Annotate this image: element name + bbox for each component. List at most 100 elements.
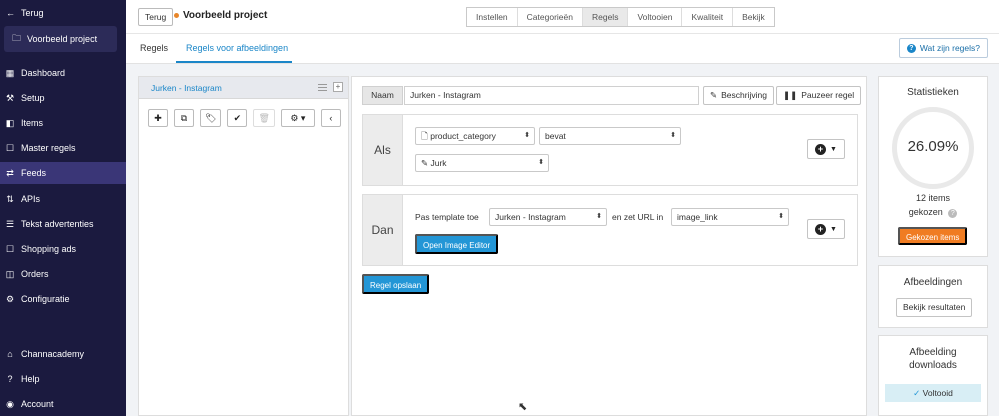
add-small-icon[interactable]: + [333,82,343,92]
select-arrows-icon: ⬍ [538,159,544,166]
condition-operator-select[interactable]: bevat ⬍ [539,127,681,145]
copy-icon: ⧉ [180,113,188,123]
step-regels[interactable]: Regels [582,8,629,26]
description-button[interactable]: ✎ Beschrijving [703,86,774,105]
sidebar-item-configuratie[interactable]: ⚙ Configuratie [0,288,126,310]
sidebar-project[interactable]: 🗀 Voorbeeld project [4,26,117,52]
sidebar-back-link[interactable]: ← Terug [6,8,44,18]
sidebar-item-items[interactable]: ◧ Items [0,112,126,134]
url-field-select[interactable]: image_link ⬍ [671,208,789,226]
pause-rule-button[interactable]: ❚❚ Pauzeer regel [776,86,862,105]
rules-toolbar: ✚ ⧉ 🏷 ✔ 🗑 ⚙ ▾ ‹ [148,109,341,127]
back-button[interactable]: Terug [138,8,174,26]
tag-button[interactable]: 🏷 [200,109,222,127]
tab-regels-voor-afbeeldingen[interactable]: Regels voor afbeeldingen [186,43,288,53]
add-action-button[interactable]: + ▼ [807,219,845,239]
step-kwaliteit[interactable]: Kwaliteit [682,8,734,26]
help-rules-label: Wat zijn regels? [919,43,980,53]
sidebar-item-feeds[interactable]: ⇄ Feeds [0,162,126,184]
select-arrows-icon: ⬍ [778,213,784,220]
description-label: Beschrijving [721,90,767,100]
project-title-text: Voorbeeld project [183,10,268,21]
step-categorieën[interactable]: Categorieën [518,8,583,26]
downloads-title: Afbeelding downloads [909,347,957,371]
action-block: Dan Pas template toe Jurken - Instagram … [362,194,858,266]
sidebar-item-orders[interactable]: ◫ Orders [0,263,126,285]
app-root: ← Terug 🗀 Voorbeeld project ▦ Dashboard ⚒ S… [0,0,999,416]
sidebar-item-shopping-ads[interactable]: ☐ Shopping ads [0,238,126,260]
caret-down-icon: ▼ [830,145,837,153]
check-icon: ✔ [233,113,242,123]
gear-button[interactable]: ⚙ ▾ [280,109,315,127]
help-icon: ? [7,374,13,384]
page-title: Voorbeeld project [174,10,267,21]
percentage-ring: 26.09% [892,107,974,189]
sidebar-item-account[interactable]: ◉ Account [0,393,126,415]
sidebar-item-label: Shopping ads [21,244,77,254]
sidebar-item-label: Channacademy [21,349,85,359]
question-icon[interactable]: ? [948,209,958,218]
sidebar-project-name: Voorbeeld project [27,34,98,44]
view-results-button[interactable]: Bekijk resultaten [896,298,973,317]
download-status-text: Voltooid [922,388,953,398]
action-label: Dan [363,195,403,265]
download-status: ✓ Voltooid [885,384,981,402]
active-tab-underline [176,61,292,63]
drag-handle-icon[interactable] [318,83,327,91]
chosen-items-button[interactable]: Gekozen items [898,227,968,245]
rule-name-input[interactable]: Jurken - Instagram [404,86,699,105]
template-select[interactable]: Jurken - Instagram ⬍ [489,208,607,226]
save-rule-button[interactable]: Regel opslaan [362,274,430,294]
tab-regels[interactable]: Regels [140,43,168,53]
help-rules-button[interactable]: ? Wat zijn regels? [898,38,988,58]
api-icon: ⇅ [6,193,14,204]
plus-circle-icon: + [815,143,827,155]
edit-icon: ✎ [710,90,718,100]
setup-icon: ⚒ [5,92,15,103]
sidebar-item-help[interactable]: ? Help [0,368,126,390]
sidebar-item-dashboard[interactable]: ▦ Dashboard [0,62,126,84]
trash-icon: 🗑 [258,113,270,123]
trash-button[interactable]: 🗑 [253,109,275,127]
sidebar-item-label: Account [21,399,54,409]
feeds-icon: ⇄ [6,167,14,178]
rule-name-link[interactable]: Jurken - Instagram [151,83,222,93]
step-voltooien[interactable]: Voltooien [628,8,683,26]
percentage-value: 26.09% [907,138,959,155]
select-arrows-icon: ⬍ [596,213,602,220]
account-icon: ◉ [6,398,14,409]
sidebar-item-label: Tekst advertenties [21,219,94,229]
downloads-card: Afbeelding downloads ✓ Voltooid [878,335,988,416]
set-url-text: en zet URL in [612,212,664,222]
config-icon: ⚙ [5,293,15,304]
sidebar-item-label: Setup [21,93,45,103]
step-instellen[interactable]: Instellen [467,8,518,26]
add-condition-button[interactable]: + ▼ [807,139,845,159]
sidebar: ← Terug 🗀 Voorbeeld project ▦ Dashboard ⚒ S… [0,0,126,416]
sidebar-item-tekst-advertenties[interactable]: ☰ Tekst advertenties [0,213,126,235]
sidebar-item-label: Dashboard [21,68,66,78]
chevron-left-icon: ‹ [329,113,333,123]
plus-icon: ✚ [154,113,162,123]
condition-value-select[interactable]: ✎ Jurk ⬍ [415,154,549,172]
chevron-left-button[interactable]: ‹ [320,109,341,127]
check-button[interactable]: ✔ [227,109,248,127]
text-ads-icon: ☰ [5,218,15,229]
step-bekijk[interactable]: Bekijk [733,8,774,26]
sidebar-item-apis[interactable]: ⇅ APIs [0,188,126,210]
dashboard-icon: ▦ [5,67,15,78]
condition-field-select[interactable]: 🗋 product_category ⬍ [415,127,535,145]
sidebar-item-master-regels[interactable]: ☐ Master regels [0,137,126,159]
sidebar-item-setup[interactable]: ⚒ Setup [0,87,126,109]
plus-button[interactable]: ✚ [148,109,168,127]
sidebar-item-label: Master regels [21,143,76,153]
open-image-editor-button[interactable]: Open Image Editor [415,234,499,254]
template-value: Jurken - Instagram [495,212,566,222]
rules-list-item[interactable]: Jurken - Instagram + [139,77,348,99]
sidebar-item-channacademy[interactable]: ⌂ Channacademy [0,343,126,365]
url-field-value: image_link [677,212,718,222]
condition-label: Als [363,115,403,185]
name-label: Naam [362,86,403,105]
mouse-cursor-icon: ⬉ [518,401,528,413]
copy-button[interactable]: ⧉ [174,109,194,127]
